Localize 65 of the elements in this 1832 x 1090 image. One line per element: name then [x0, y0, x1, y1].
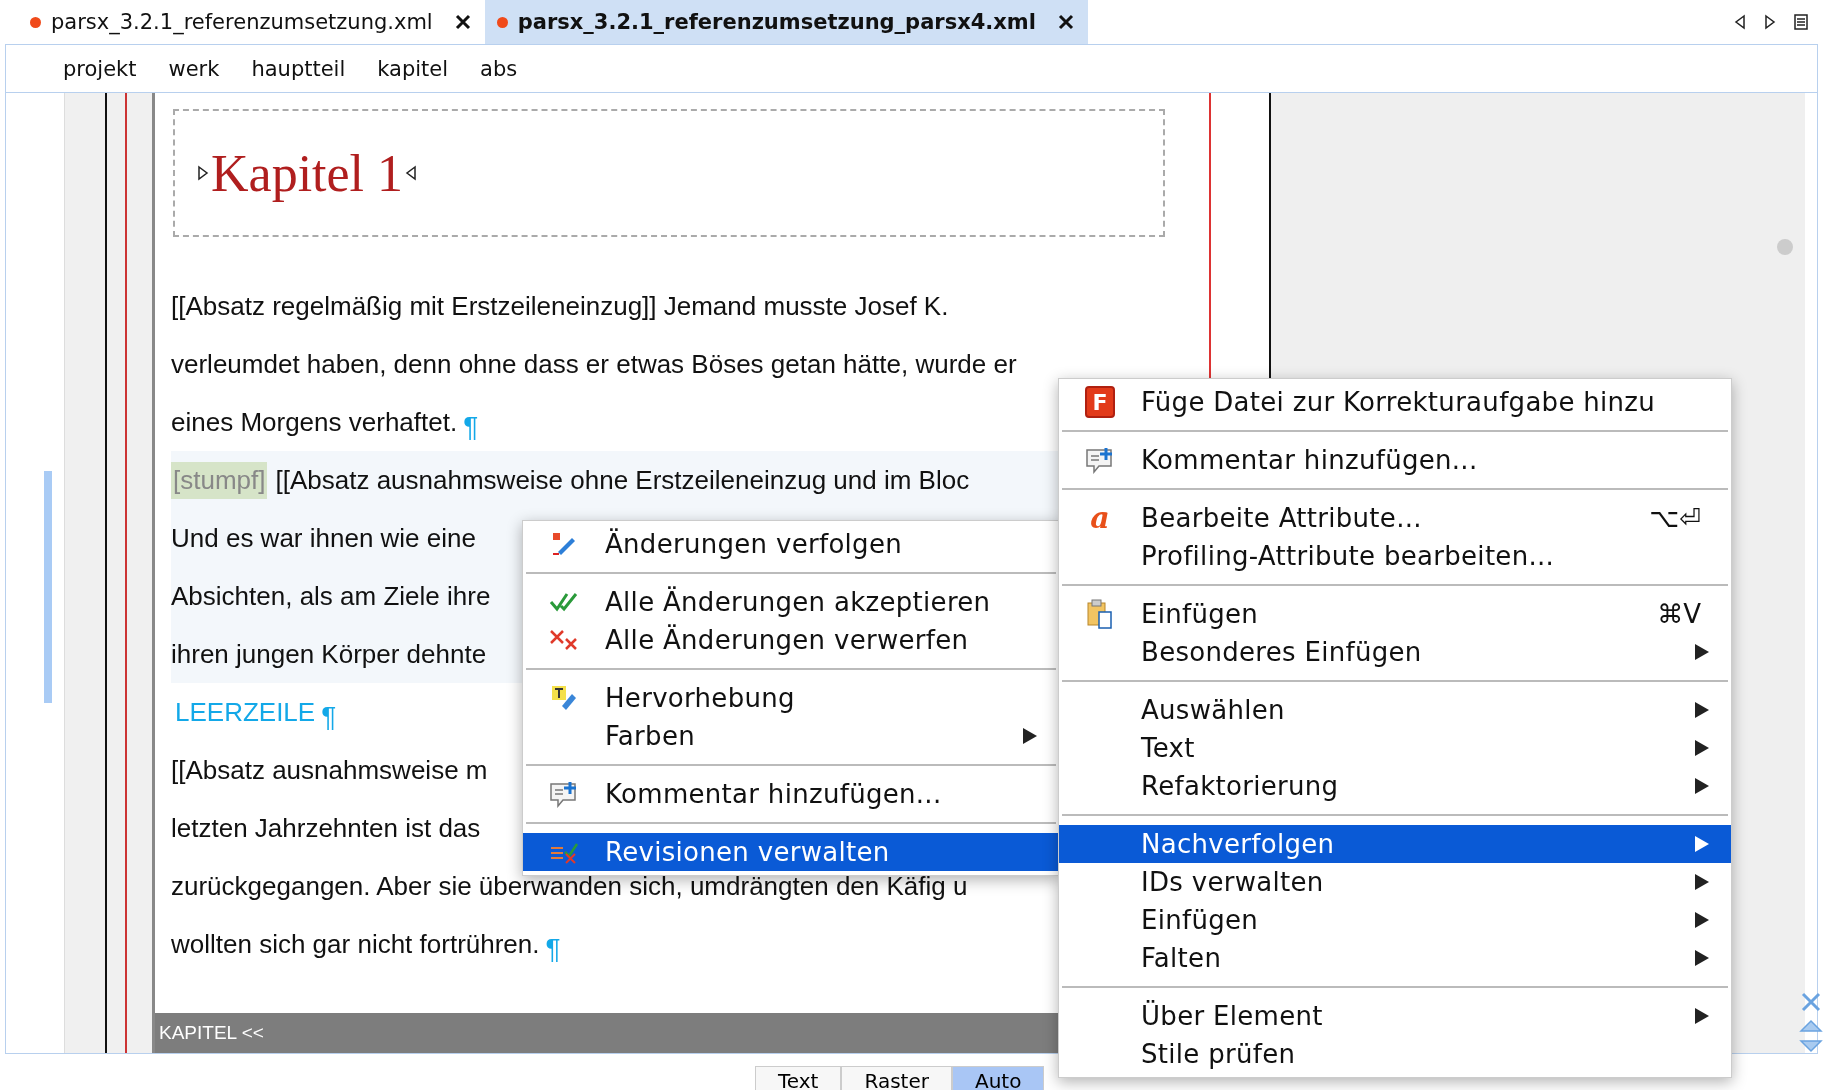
pilcrow-mark: ¶ [545, 932, 561, 965]
tag-start-icon [197, 164, 209, 182]
menu-item[interactable]: Revisionen verwalten [523, 833, 1059, 871]
menu-item[interactable]: Kommentar hinzufügen... [523, 775, 1059, 813]
paragraph-line: eines Morgens verhaftet. [171, 406, 458, 438]
breadcrumb-item[interactable]: projekt [63, 56, 137, 81]
triangle-right-icon[interactable] [1764, 14, 1776, 30]
menu-item[interactable]: Farben [523, 717, 1059, 755]
list-icon[interactable] [1794, 14, 1808, 30]
breadcrumb-item[interactable]: kapitel [377, 56, 449, 81]
menu-item[interactable]: Falten [1059, 939, 1731, 977]
pilcrow-mark: ¶ [321, 700, 337, 733]
menu-item[interactable]: Alle Änderungen verwerfen [523, 621, 1059, 659]
paragraph-line: zurückgegangen. Aber sie überwanden sich, umdrängten den Käfig u [171, 870, 968, 902]
menu-item[interactable]: Alle Änderungen akzeptieren [523, 583, 1059, 621]
breadcrumb-item[interactable]: hauptteil [251, 56, 346, 81]
menu-item[interactable]: Einfügen ⌘V [1059, 595, 1731, 633]
paragraph-line: Absichten, als am Ziele ihre [171, 580, 491, 612]
breadcrumb-item[interactable]: werk [168, 56, 220, 81]
menu-item[interactable]: Änderungen verfolgen [523, 525, 1059, 563]
menu-item[interactable]: IDs verwalten [1059, 863, 1731, 901]
menu-item[interactable]: F Füge Datei zur Korrekturaufgabe hinzu [1059, 383, 1731, 421]
menu-item[interactable]: Kommentar hinzufügen... [1059, 441, 1731, 479]
menu-item[interactable]: Nachverfolgen [1059, 825, 1731, 863]
tag-end-icon [405, 164, 418, 182]
paragraph-line: Und es war ihnen wie eine [171, 522, 476, 554]
view-tab[interactable]: Raster [841, 1066, 952, 1090]
file-tab[interactable]: parsx_3.2.1_referenzumsetzung.xml [18, 0, 485, 44]
view-tab[interactable]: Auto [951, 1066, 1045, 1090]
highlighter-icon [550, 684, 578, 712]
double-cross-icon [549, 628, 579, 652]
close-icon[interactable] [454, 14, 471, 30]
menu-item[interactable]: Profiling-Attribute bearbeiten... [1059, 537, 1731, 575]
file-tab[interactable]: parsx_3.2.1_referenzumsetzung_parsx4.xml [484, 0, 1088, 44]
breadcrumb-item[interactable]: abs [480, 56, 518, 81]
menu-item[interactable]: Refaktorierung [1059, 767, 1731, 805]
pilcrow-mark: ¶ [463, 410, 479, 443]
paragraph-line: verleumdet haben, denn ohne dass er etwas Böses getan hätte, wurde er [171, 348, 1017, 380]
close-icon[interactable] [1057, 14, 1074, 30]
clipboard-icon [1086, 598, 1114, 630]
element-tag: [stumpf] [171, 461, 268, 499]
view-tab[interactable]: Text [755, 1066, 842, 1090]
comment-add-icon [549, 780, 579, 808]
paragraph-line: [[Absatz regelmäßig mit Erstzeileneinzug]] Jemand musste Josef K. [171, 290, 949, 322]
paragraph-line: wollten sich gar nicht fortrühren. [171, 928, 540, 960]
menu-item[interactable]: Hervorhebung [523, 679, 1059, 717]
menu-item[interactable]: Auswählen [1059, 691, 1731, 729]
logo-badge-icon: F [1085, 386, 1115, 418]
down-arrow-icon[interactable] [1799, 1039, 1823, 1053]
comment-add-icon [1085, 446, 1115, 474]
paragraph-line: ihren jungen Körper dehnte [171, 638, 487, 670]
pencil-icon [550, 530, 578, 558]
paragraph-line: [[Absatz ausnahmsweise ohne Erstzeileneinzug und im Bloc [275, 464, 970, 496]
menu-item[interactable]: Besonderes Einfügen [1059, 633, 1731, 671]
menu-item[interactable]: a Bearbeite Attribute... ⌥⏎ [1059, 499, 1731, 537]
paragraph-line: letzten Jahrzehnten ist das [171, 812, 481, 844]
up-arrow-icon[interactable] [1799, 1019, 1823, 1033]
triangle-left-icon[interactable] [1734, 14, 1746, 30]
attribute-icon: a [1090, 503, 1110, 533]
double-check-icon [549, 590, 579, 614]
menu-item[interactable]: Einfügen [1059, 901, 1731, 939]
blank-line-label: LEERZEILE [174, 696, 316, 728]
paragraph-line: [[Absatz ausnahmsweise m [171, 754, 488, 786]
menu-item[interactable]: Text [1059, 729, 1731, 767]
chapter-title: Kapitel 1 [211, 143, 404, 203]
